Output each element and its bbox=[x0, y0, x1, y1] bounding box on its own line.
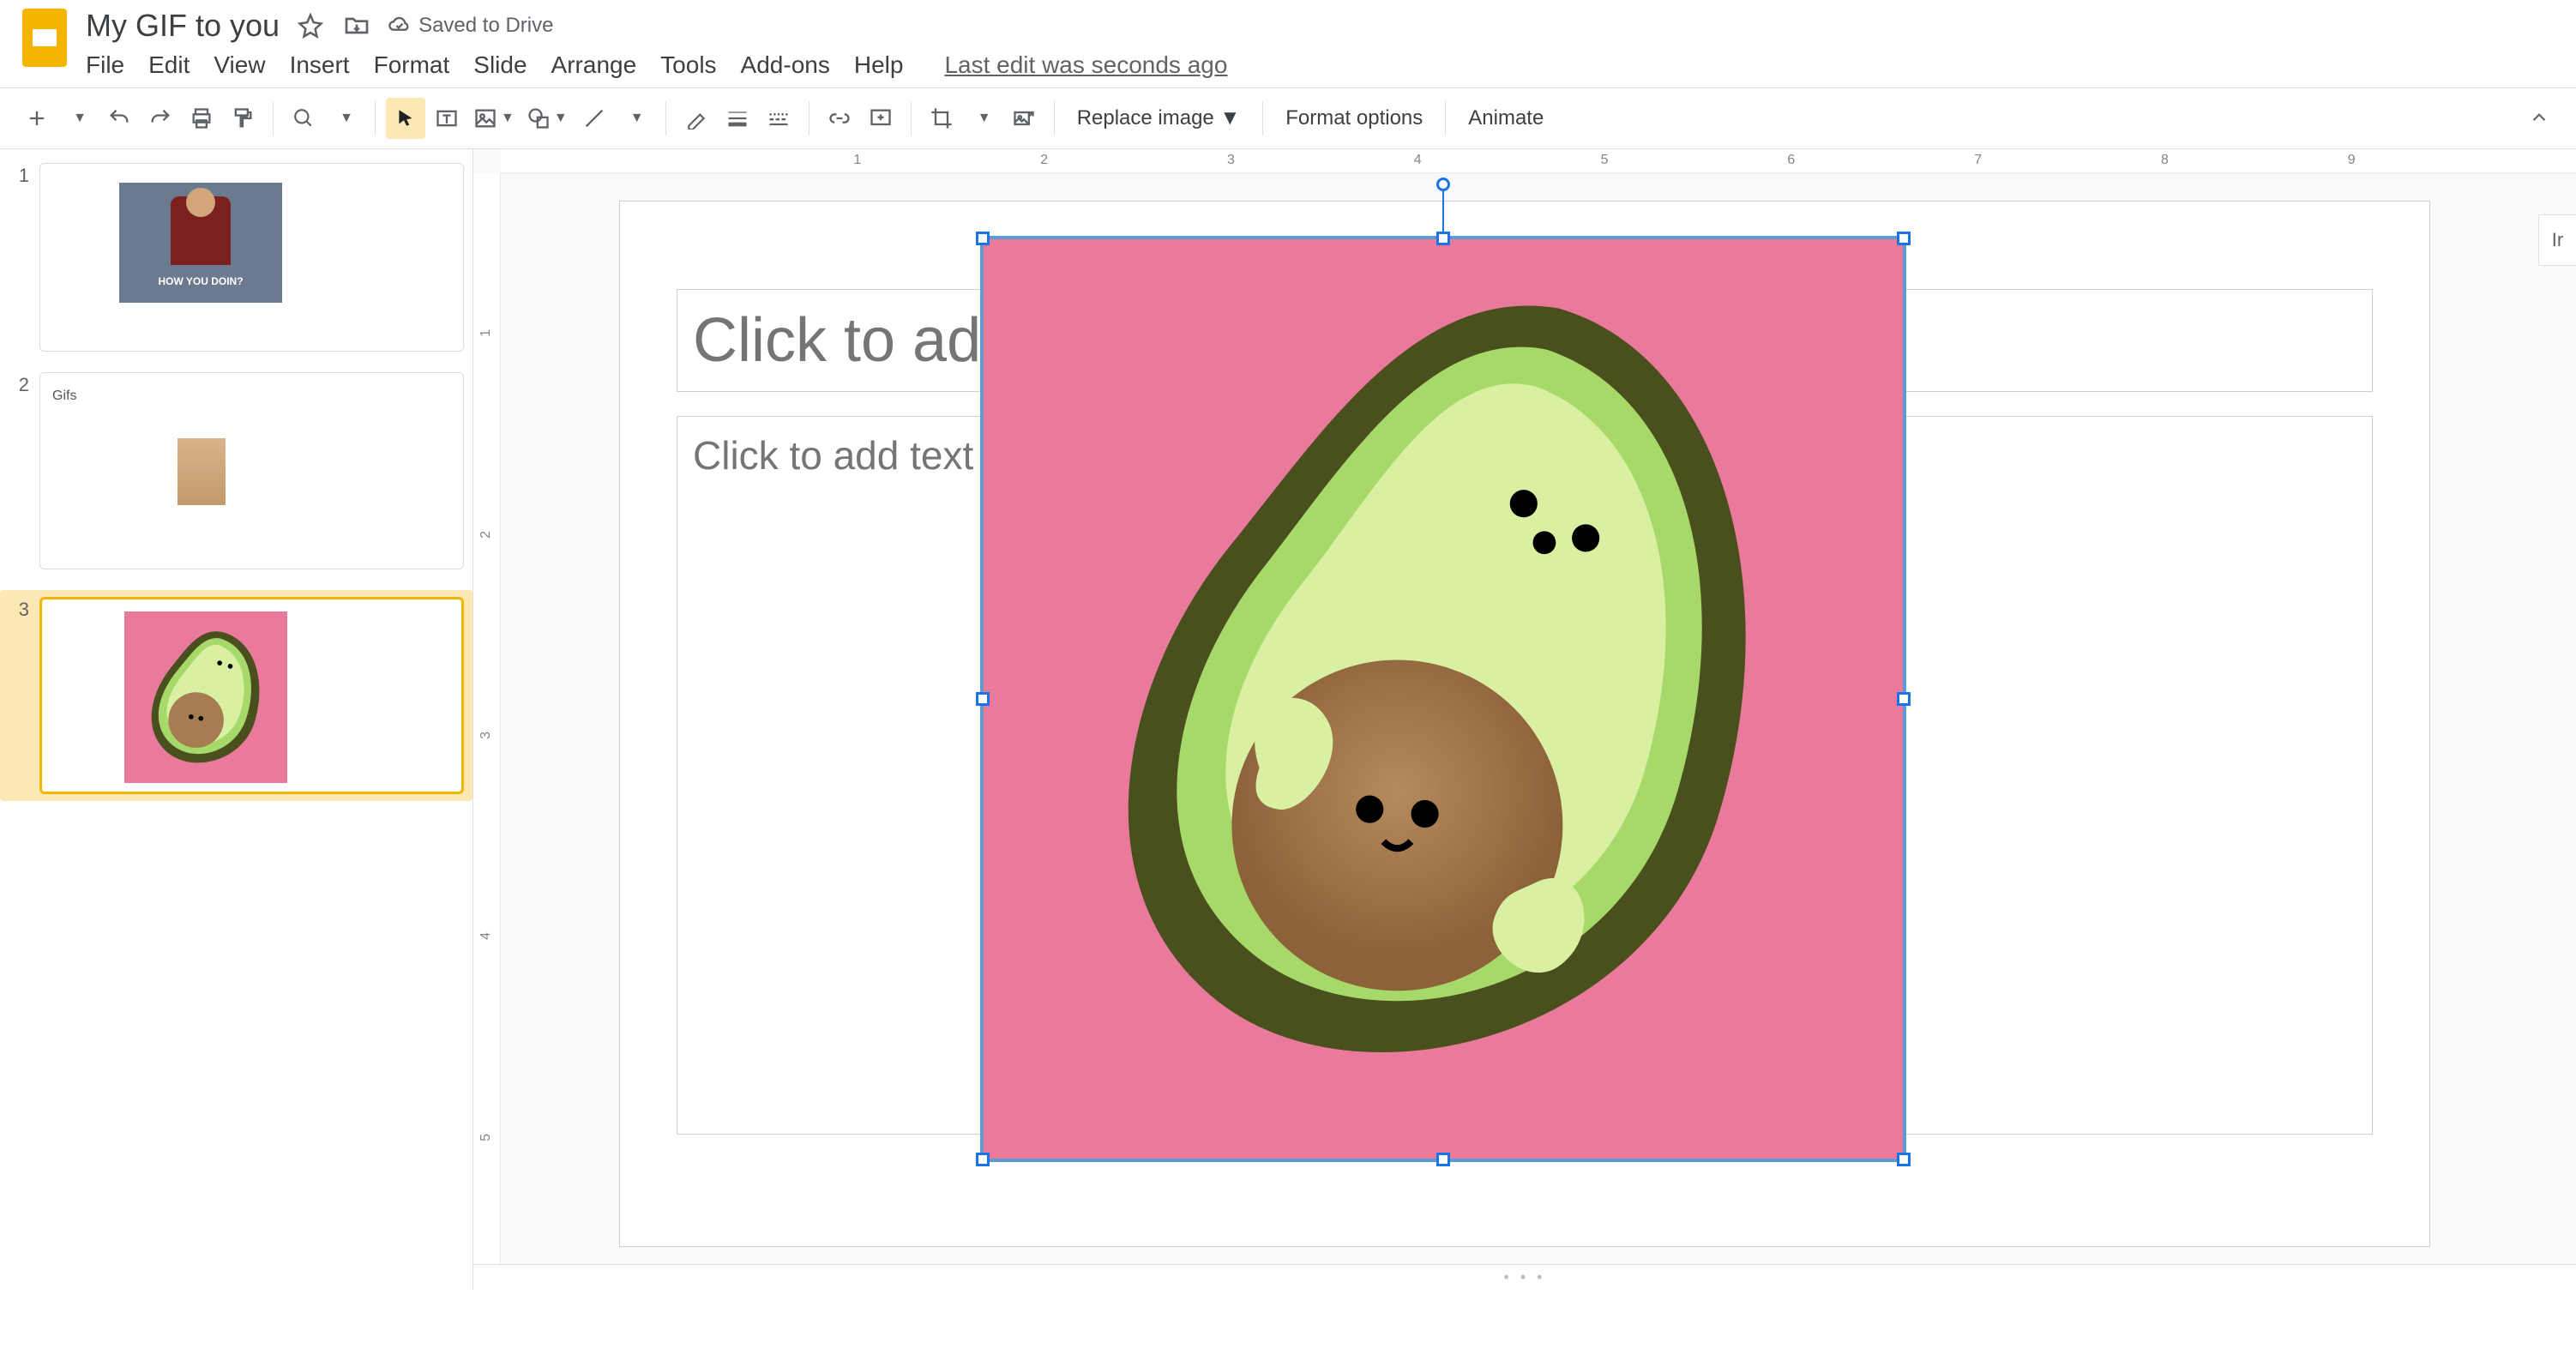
menu-edit[interactable]: Edit bbox=[148, 51, 190, 79]
rotate-handle[interactable] bbox=[1436, 178, 1450, 191]
paint-format-button[interactable] bbox=[223, 98, 262, 139]
menu-format[interactable]: Format bbox=[374, 51, 450, 79]
new-slide-button[interactable] bbox=[17, 98, 57, 139]
toolbar-separator bbox=[809, 101, 810, 136]
toolbar-separator bbox=[375, 101, 376, 136]
thumb1-image: HOW YOU DOIN? bbox=[119, 183, 282, 303]
slide-canvas[interactable]: Click to add Click to add text bbox=[619, 201, 2430, 1247]
thumb-number: 1 bbox=[9, 163, 29, 352]
line-dropdown[interactable]: ▼ bbox=[616, 98, 655, 139]
resize-handle-br[interactable] bbox=[1897, 1153, 1911, 1166]
resize-handle-r[interactable] bbox=[1897, 692, 1911, 706]
thumb-number: 3 bbox=[9, 597, 29, 794]
vertical-ruler: 1 2 3 4 5 bbox=[473, 173, 501, 1290]
crop-dropdown[interactable]: ▼ bbox=[963, 98, 1002, 139]
selected-image[interactable] bbox=[980, 236, 1906, 1162]
rotate-line bbox=[1442, 184, 1444, 232]
drag-handle-icon[interactable]: • • • bbox=[1504, 1268, 1546, 1286]
collapse-toolbar-button[interactable] bbox=[2519, 98, 2559, 139]
border-dash-button[interactable] bbox=[759, 98, 798, 139]
title-row: My GIF to you Saved to Drive bbox=[86, 7, 2562, 45]
app-header: My GIF to you Saved to Drive File Edit V… bbox=[0, 0, 2576, 87]
format-options-button[interactable]: Format options bbox=[1273, 106, 1435, 130]
menubar: File Edit View Insert Format Slide Arran… bbox=[86, 45, 2562, 87]
avocado-illustration bbox=[984, 239, 1903, 1159]
thumb3-image bbox=[124, 611, 287, 783]
slides-logo-icon bbox=[22, 9, 67, 67]
resize-handle-tl[interactable] bbox=[976, 232, 990, 245]
resize-handle-tr[interactable] bbox=[1897, 232, 1911, 245]
new-slide-dropdown[interactable]: ▼ bbox=[58, 98, 98, 139]
toolbar-separator bbox=[1445, 101, 1446, 136]
menu-file[interactable]: File bbox=[86, 51, 124, 79]
move-to-folder-icon[interactable] bbox=[341, 10, 372, 41]
thumb2-label: Gifs bbox=[52, 388, 76, 404]
undo-button[interactable] bbox=[99, 98, 139, 139]
bottom-bar[interactable]: • • • bbox=[473, 1264, 2576, 1290]
border-color-button[interactable] bbox=[677, 98, 716, 139]
crop-button[interactable] bbox=[922, 98, 961, 139]
last-edit-link[interactable]: Last edit was seconds ago bbox=[944, 51, 1227, 79]
slide-viewport: Click to add Click to add text bbox=[619, 201, 2430, 1247]
redo-button[interactable] bbox=[141, 98, 180, 139]
animate-button[interactable]: Animate bbox=[1456, 106, 1556, 130]
resize-handle-t[interactable] bbox=[1436, 232, 1450, 245]
doc-title[interactable]: My GIF to you bbox=[86, 8, 280, 44]
replace-image-button[interactable]: Replace image ▼ bbox=[1065, 106, 1253, 130]
line-tool-button[interactable] bbox=[575, 98, 614, 139]
thumb2-image bbox=[178, 438, 226, 505]
shape-tool-button[interactable]: ▼ bbox=[521, 98, 573, 139]
right-side-panel-tab[interactable]: Ir bbox=[2538, 214, 2576, 266]
toolbar-separator bbox=[1054, 101, 1055, 136]
textbox-tool-button[interactable] bbox=[427, 98, 466, 139]
resize-handle-b[interactable] bbox=[1436, 1153, 1450, 1166]
save-status-text: Saved to Drive bbox=[418, 14, 553, 38]
resize-handle-l[interactable] bbox=[976, 692, 990, 706]
toolbar-separator bbox=[665, 101, 666, 136]
toolbar-separator bbox=[273, 101, 274, 136]
image-tool-button[interactable]: ▼ bbox=[468, 98, 520, 139]
slide-thumbnail-panel[interactable]: 1 HOW YOU DOIN? 2 Gifs 3 bbox=[0, 149, 473, 1290]
canvas-area[interactable]: 1 2 3 4 5 6 7 8 9 1 2 3 4 5 Click to add… bbox=[473, 149, 2576, 1290]
menu-tools[interactable]: Tools bbox=[660, 51, 716, 79]
link-button[interactable] bbox=[820, 98, 859, 139]
menu-insert[interactable]: Insert bbox=[290, 51, 350, 79]
title-area: My GIF to you Saved to Drive File Edit V… bbox=[86, 7, 2562, 87]
zoom-dropdown[interactable]: ▼ bbox=[325, 98, 364, 139]
zoom-button[interactable] bbox=[284, 98, 323, 139]
menu-arrange[interactable]: Arrange bbox=[551, 51, 637, 79]
slide-thumbnail-3[interactable]: 3 bbox=[0, 590, 472, 801]
menu-help[interactable]: Help bbox=[854, 51, 904, 79]
main-area: 1 HOW YOU DOIN? 2 Gifs 3 bbox=[0, 149, 2576, 1290]
toolbar-separator bbox=[911, 101, 912, 136]
menu-view[interactable]: View bbox=[214, 51, 265, 79]
menu-addons[interactable]: Add-ons bbox=[741, 51, 830, 79]
toolbar-separator bbox=[1262, 101, 1263, 136]
cloud-check-icon bbox=[388, 14, 412, 38]
star-icon[interactable] bbox=[295, 10, 326, 41]
slide-thumbnail-1[interactable]: 1 HOW YOU DOIN? bbox=[9, 163, 464, 352]
save-status: Saved to Drive bbox=[388, 14, 553, 38]
menu-slide[interactable]: Slide bbox=[473, 51, 527, 79]
reset-image-button[interactable] bbox=[1004, 98, 1044, 139]
comment-button[interactable] bbox=[861, 98, 900, 139]
border-weight-button[interactable] bbox=[718, 98, 757, 139]
resize-handle-bl[interactable] bbox=[976, 1153, 990, 1166]
app-logo[interactable] bbox=[14, 7, 75, 69]
thumb-number: 2 bbox=[9, 372, 29, 569]
horizontal-ruler: 1 2 3 4 5 6 7 8 9 bbox=[501, 149, 2576, 173]
select-tool-button[interactable] bbox=[386, 98, 425, 139]
print-button[interactable] bbox=[182, 98, 221, 139]
slide-thumbnail-2[interactable]: 2 Gifs bbox=[9, 372, 464, 569]
toolbar: ▼ ▼ ▼ ▼ ▼ bbox=[0, 87, 2576, 149]
